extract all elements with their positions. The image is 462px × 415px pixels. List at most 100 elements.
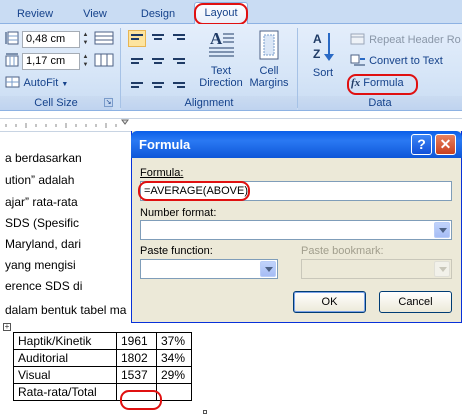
autofit-label: AutoFit: [23, 77, 59, 89]
align-bottom-center-button[interactable]: [149, 74, 167, 91]
column-width-spinner[interactable]: ▲ ▼: [80, 53, 91, 70]
document-line: yang mengisi: [5, 258, 76, 272]
row-height-input[interactable]: 0,48 cm: [22, 31, 80, 48]
row-height-icon: [5, 31, 19, 45]
formula-field-label: Formula:: [140, 167, 184, 179]
autofit-icon: [5, 76, 20, 88]
paste-function-label: Paste function:: [140, 245, 213, 257]
paste-bookmark-select[interactable]: [301, 259, 452, 279]
repeat-header-icon: [350, 33, 365, 45]
ruler-ticks: [5, 119, 129, 128]
formula-input[interactable]: =AVERAGE(ABOVE): [140, 181, 452, 201]
align-center-button[interactable]: [149, 52, 167, 69]
document-line: ution” adalah: [5, 173, 75, 187]
convert-to-text-label: Convert to Text: [369, 55, 443, 67]
row-height-spinner[interactable]: ▲ ▼: [80, 31, 91, 48]
ok-button[interactable]: OK: [293, 291, 366, 313]
table-cell[interactable]: 29%: [156, 366, 192, 384]
paste-function-select[interactable]: [140, 259, 278, 279]
alignment-group-label: Alignment: [121, 96, 297, 110]
autofit-button[interactable]: AutoFit ▼: [5, 75, 68, 92]
repeat-header-label: Repeat Header Ro: [369, 34, 461, 46]
spin-down-icon[interactable]: ▼: [80, 61, 91, 69]
number-format-select[interactable]: [140, 220, 452, 240]
chevron-down-icon[interactable]: [260, 261, 276, 277]
cell-margins-label-line1: Cell: [259, 65, 279, 77]
document-line: SDS (Spesific: [5, 216, 80, 230]
align-bottom-right-button[interactable]: [170, 74, 188, 91]
align-center-left-button[interactable]: [128, 52, 146, 69]
align-center-right-button[interactable]: [170, 52, 188, 69]
tab-layout[interactable]: Layout: [194, 2, 248, 25]
close-button[interactable]: ✕: [435, 134, 456, 155]
table-resize-handle-icon[interactable]: [203, 410, 207, 414]
table-cell[interactable]: Rata-rata/Total: [13, 383, 117, 401]
sort-button[interactable]: A Z Sort: [304, 30, 342, 79]
align-top-left-button[interactable]: [128, 30, 146, 47]
help-button[interactable]: ?: [411, 134, 432, 155]
tab-review[interactable]: Review: [10, 6, 60, 24]
table-cell[interactable]: 1961: [116, 332, 157, 350]
table-cell[interactable]: [156, 383, 192, 401]
align-bottom-left-button[interactable]: [128, 74, 146, 91]
table-cell[interactable]: Haptik/Kinetik: [13, 332, 117, 350]
spin-down-icon[interactable]: ▼: [80, 39, 91, 47]
formula-button[interactable]: fx Formula: [351, 75, 404, 92]
cell-size-launcher-icon[interactable]: ↘: [104, 98, 113, 107]
text-direction-icon: A: [209, 29, 234, 57]
table-cell[interactable]: 1802: [116, 349, 157, 367]
table-cell-total-count[interactable]: [116, 383, 157, 401]
horizontal-ruler[interactable]: [0, 118, 462, 132]
table-move-handle-icon[interactable]: +: [3, 323, 11, 331]
number-format-value: [141, 221, 144, 233]
sort-az-icon: A Z: [313, 32, 334, 61]
chevron-down-icon[interactable]: [434, 261, 450, 277]
document-line: ajar” rata-rata: [5, 195, 78, 209]
convert-to-text-icon: [350, 54, 365, 66]
ribbon: 0,48 cm ▲ ▼ 1,17 cm ▲ ▼ AutoFit ▼ Cell S…: [0, 24, 462, 111]
table-row: Rata-rata/Total: [13, 383, 192, 401]
distribute-rows-icon[interactable]: [93, 31, 117, 45]
text-direction-label-line1: Text: [210, 65, 232, 77]
table-cell[interactable]: 37%: [156, 332, 192, 350]
formula-label: Formula: [363, 77, 404, 89]
tab-view[interactable]: View: [72, 6, 118, 24]
table-cell[interactable]: 1537: [116, 366, 157, 384]
document-line: dalam bentuk tabel ma: [5, 303, 127, 317]
formula-dialog: Formula ? ✕ Formula: =AVERAGE(ABOVE) Num…: [131, 131, 462, 323]
svg-text:A: A: [313, 32, 322, 46]
align-top-right-button[interactable]: [170, 30, 188, 47]
document-line: erence SDS di: [5, 279, 83, 293]
convert-to-text-button[interactable]: Convert to Text: [350, 53, 443, 70]
data-table: Haptik/Kinetik 1961 37% Auditorial 1802 …: [13, 332, 192, 401]
chevron-down-icon: ▼: [61, 81, 69, 88]
cell-margins-label-line2: Margins: [249, 77, 289, 89]
spin-up-icon[interactable]: ▲: [80, 31, 91, 39]
repeat-header-rows-button[interactable]: Repeat Header Ro: [350, 32, 461, 49]
text-direction-button[interactable]: A Text Direction: [198, 28, 244, 89]
spin-up-icon[interactable]: ▲: [80, 53, 91, 61]
dialog-title: Formula: [139, 137, 191, 152]
cancel-button[interactable]: Cancel: [379, 291, 452, 313]
column-width-icon: [5, 53, 19, 67]
text-direction-label-line2: Direction: [199, 77, 243, 89]
tab-design[interactable]: Design: [128, 6, 188, 24]
chevron-down-icon[interactable]: [434, 222, 450, 238]
ribbon-tab-bar: Review View Design Layout: [0, 0, 462, 25]
cell-margins-button[interactable]: Cell Margins: [246, 28, 292, 89]
column-width-input[interactable]: 1,17 cm: [22, 53, 80, 70]
document-line: a berdasarkan: [5, 151, 82, 165]
table-cell[interactable]: Auditorial: [13, 349, 117, 367]
align-top-center-button[interactable]: [149, 30, 167, 47]
dialog-title-bar[interactable]: Formula ? ✕: [131, 131, 462, 158]
fx-icon: fx: [351, 77, 361, 89]
table-cell[interactable]: Visual: [13, 366, 117, 384]
svg-text:Z: Z: [313, 47, 320, 61]
table-row: Auditorial 1802 34%: [13, 349, 192, 367]
document-line: Maryland, dari: [5, 237, 82, 251]
distribute-columns-icon[interactable]: [93, 53, 117, 67]
table-row: Haptik/Kinetik 1961 37%: [13, 332, 192, 350]
table-cell[interactable]: 34%: [156, 349, 192, 367]
cell-size-group-label: Cell Size: [0, 96, 112, 110]
sort-label: Sort: [312, 67, 334, 79]
